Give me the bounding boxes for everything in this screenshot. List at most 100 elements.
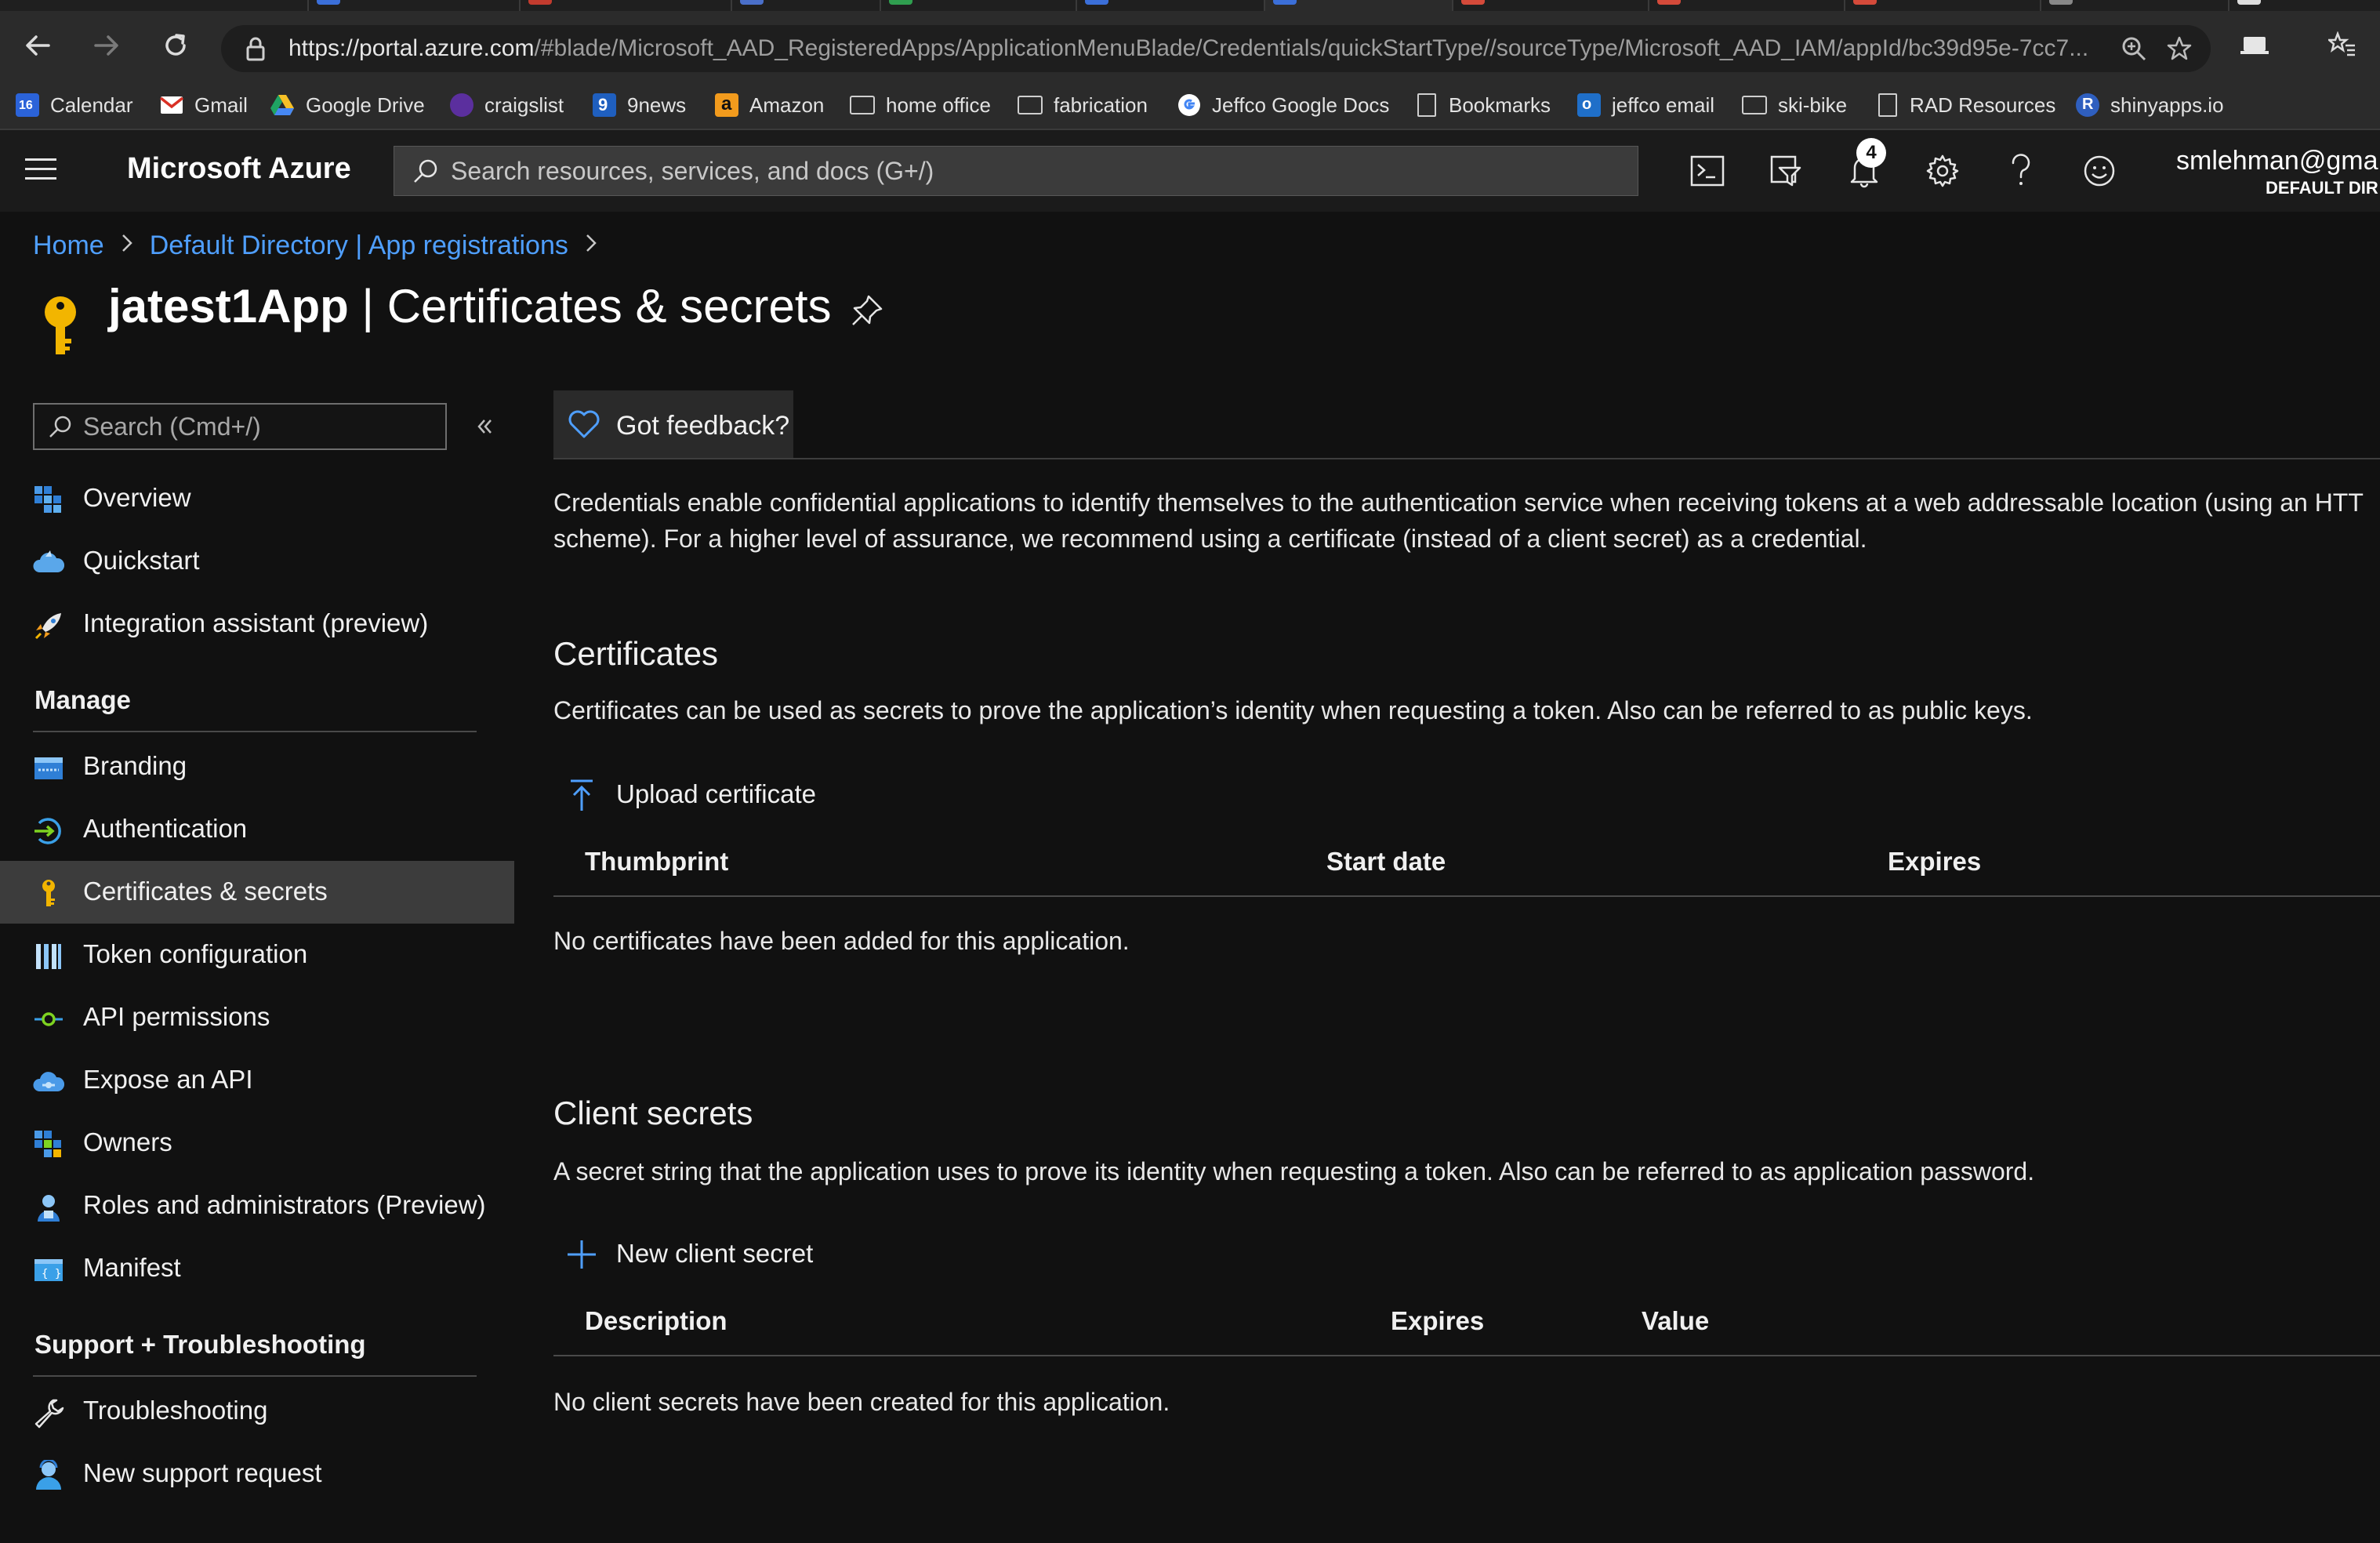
bookmark-label: Jeffco Google Docs	[1212, 93, 1390, 117]
browser-tab[interactable]	[1844, 0, 2040, 11]
got-feedback-button[interactable]: Got feedback?	[553, 390, 793, 458]
nav-label: Owners	[83, 1127, 172, 1156]
nav-item-troubleshooting[interactable]: Troubleshooting	[0, 1380, 514, 1443]
extension-icon[interactable]	[2233, 24, 2277, 67]
nav-item-manifest[interactable]: { } Manifest	[0, 1237, 514, 1300]
plus-icon	[568, 1240, 596, 1269]
bookmark-craigslist[interactable]: craigslist	[450, 89, 564, 121]
nav-label: Overview	[83, 483, 191, 512]
key-icon	[45, 296, 76, 354]
nav-item-api-permissions[interactable]: API permissions	[0, 986, 514, 1049]
nav-item-owners[interactable]: Owners	[0, 1112, 514, 1174]
zoom-icon[interactable]	[2118, 33, 2150, 64]
browser-tab[interactable]	[2040, 0, 2228, 11]
bookmark-bookmarks[interactable]: Bookmarks	[1417, 89, 1551, 121]
column-header-value[interactable]: Value	[1642, 1306, 1709, 1336]
nav-item-integration-assistant[interactable]: Integration assistant (preview)	[0, 593, 514, 655]
browser-tab[interactable]	[2228, 0, 2380, 11]
nav-item-certificates-secrets[interactable]: Certificates & secrets	[0, 861, 514, 924]
nav-item-branding[interactable]: Branding	[0, 735, 514, 798]
bookmark-home-office[interactable]: home office	[850, 89, 991, 121]
bookmark-amazon[interactable]: a Amazon	[715, 89, 824, 121]
column-header-description[interactable]: Description	[585, 1306, 727, 1336]
client-secrets-heading: Client secrets	[553, 1095, 753, 1131]
bookmark-jeffco-google-docs[interactable]: Jeffco Google Docs	[1177, 89, 1389, 121]
url-host: https://portal.azure.com	[288, 35, 535, 61]
feedback-smiley-icon[interactable]	[2079, 151, 2120, 191]
reload-button[interactable]	[152, 22, 199, 69]
browser-tab[interactable]	[1452, 0, 1648, 11]
global-search[interactable]	[394, 146, 1638, 196]
bookmark-label: Google Drive	[306, 93, 425, 117]
nav-divider	[33, 731, 477, 732]
nav-item-expose-an-api[interactable]: Expose an API	[0, 1049, 514, 1112]
token-bars-icon	[36, 944, 61, 969]
settings-gear-icon[interactable]	[1922, 151, 1963, 191]
menu-search-input[interactable]	[83, 405, 436, 448]
nav-divider	[33, 1375, 477, 1377]
breadcrumb-home[interactable]: Home	[33, 231, 104, 261]
branding-icon	[34, 757, 63, 779]
r-icon: R	[2076, 93, 2099, 117]
nav-item-authentication[interactable]: Authentication	[0, 798, 514, 861]
column-header-thumbprint[interactable]: Thumbprint	[585, 847, 728, 877]
back-button[interactable]	[14, 22, 61, 69]
browser-tab[interactable]	[307, 0, 519, 11]
action-label: New client secret	[616, 1239, 814, 1268]
directory-filter-icon[interactable]	[1765, 151, 1806, 191]
column-header-expires[interactable]: Expires	[1888, 847, 1981, 877]
browser-tab[interactable]	[880, 0, 1076, 11]
column-header-expires[interactable]: Expires	[1391, 1306, 1484, 1336]
browser-tab[interactable]	[731, 0, 880, 11]
menu-search[interactable]	[33, 403, 447, 450]
global-search-input[interactable]	[451, 147, 1627, 195]
bookmark-jeffco-email[interactable]: o jeffco email	[1577, 89, 1714, 121]
lock-icon[interactable]	[241, 34, 270, 63]
bookmark-label: RAD Resources	[1910, 93, 2056, 117]
upload-certificate-button[interactable]: Upload certificate	[566, 772, 833, 815]
bookmark-google-drive[interactable]: Google Drive	[270, 89, 425, 121]
reading-list-icon[interactable]	[2320, 24, 2364, 67]
new-client-secret-button[interactable]: New client secret	[566, 1231, 825, 1275]
brand-logo-text[interactable]: Microsoft Azure	[127, 152, 351, 186]
help-question-icon[interactable]	[2001, 151, 2041, 191]
nav-group-manage: Manage	[34, 685, 131, 714]
calendar-icon: 16	[16, 93, 39, 117]
nav-item-roles-administrators[interactable]: Roles and administrators (Preview)	[0, 1174, 514, 1237]
address-bar[interactable]: https://portal.azure.com/#blade/Microsof…	[221, 25, 2211, 72]
bookmark-shinyapps[interactable]: R shinyapps.io	[2076, 89, 2224, 121]
nav-item-overview[interactable]: Overview	[0, 467, 514, 530]
collapse-menu-icon[interactable]	[470, 411, 499, 442]
browser-tab[interactable]	[519, 0, 731, 11]
user-directory: DEFAULT DIR	[2266, 178, 2378, 198]
blade-name: Certificates & secrets	[386, 280, 832, 332]
bookmark-calendar[interactable]: 16 Calendar	[16, 89, 133, 121]
bookmark-gmail[interactable]: Gmail	[160, 89, 248, 121]
breadcrumb-app-registrations[interactable]: Default Directory | App registrations	[150, 231, 568, 261]
url-text[interactable]: https://portal.azure.com/#blade/Microsof…	[288, 35, 2123, 62]
browser-tab[interactable]	[1648, 0, 1844, 11]
column-header-start-date[interactable]: Start date	[1326, 847, 1446, 877]
command-bar-divider	[553, 458, 2380, 459]
star-icon[interactable]	[2164, 33, 2195, 64]
pin-icon[interactable]	[850, 293, 884, 328]
nav-label: API permissions	[83, 1002, 270, 1031]
api-permissions-icon	[34, 1012, 63, 1026]
cloud-shell-icon[interactable]	[1687, 151, 1728, 191]
quickstart-cloud-icon	[33, 550, 64, 572]
browser-tab[interactable]	[1076, 0, 1264, 11]
feedback-label: Got feedback?	[616, 411, 790, 441]
bookmark-rad-resources[interactable]: RAD Resources	[1878, 89, 2055, 121]
nav-item-token-configuration[interactable]: Token configuration	[0, 924, 514, 986]
bookmark-fabrication[interactable]: fabrication	[1018, 89, 1148, 121]
nav-item-quickstart[interactable]: Quickstart	[0, 530, 514, 593]
browser-tab-active[interactable]	[1264, 0, 1452, 11]
bookmark-ski-bike[interactable]: ski-bike	[1742, 89, 1847, 121]
nav-label: Roles and administrators (Preview)	[83, 1190, 486, 1219]
account-menu[interactable]: smlehman@gma DEFAULT DIR	[2176, 146, 2378, 198]
nav-item-new-support-request[interactable]: New support request	[0, 1443, 514, 1505]
forward-button[interactable]	[83, 22, 130, 69]
bookmark-9news[interactable]: 9 9news	[593, 89, 686, 121]
bookmark-label: fabrication	[1054, 93, 1148, 117]
portal-menu-icon[interactable]	[25, 158, 56, 183]
